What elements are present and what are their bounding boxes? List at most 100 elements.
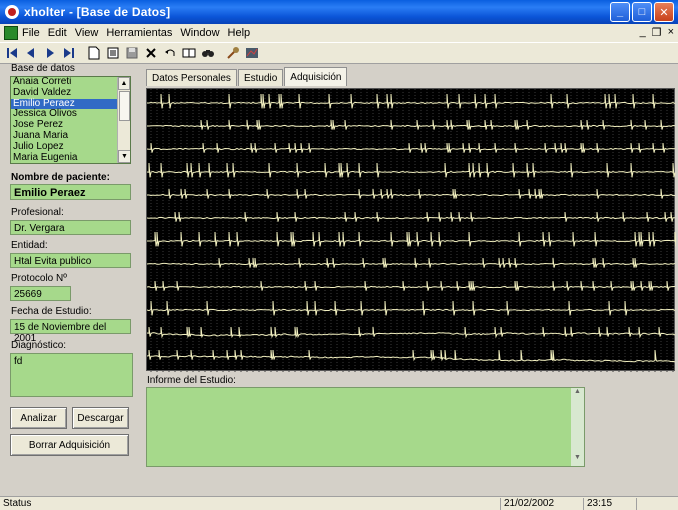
- protocolo-label: Protocolo Nº: [11, 273, 67, 284]
- ecg-trace: [146, 142, 676, 153]
- patient-name-field[interactable]: Emilio Peraez: [10, 184, 131, 200]
- ecg-trace: [146, 300, 676, 316]
- minimize-button[interactable]: _: [610, 2, 630, 22]
- ecg-trace: [146, 257, 676, 268]
- menu-window[interactable]: Window: [180, 27, 219, 39]
- list-button[interactable]: [104, 44, 122, 62]
- menu-help[interactable]: Help: [228, 27, 251, 39]
- first-record-button[interactable]: [3, 44, 21, 62]
- mdi-minimize-button[interactable]: _: [640, 26, 646, 39]
- new-document-icon: [88, 46, 100, 60]
- patient-name-label: Nombre de paciente:: [11, 172, 110, 183]
- delete-button[interactable]: [142, 44, 160, 62]
- informe-label: Informe del Estudio:: [147, 375, 236, 386]
- entidad-label: Entidad:: [11, 240, 48, 251]
- prev-record-button[interactable]: [22, 44, 40, 62]
- tool-icon: [227, 47, 239, 59]
- maximize-button[interactable]: □: [632, 2, 652, 22]
- borrar-adquisicion-button[interactable]: Borrar Adquisición: [10, 434, 129, 456]
- status-time: 23:15: [583, 498, 633, 510]
- close-button[interactable]: ✕: [654, 2, 674, 22]
- prev-record-icon: [27, 48, 34, 58]
- new-document-button[interactable]: [85, 44, 103, 62]
- minimize-icon: _: [616, 6, 624, 18]
- refresh-icon: [182, 48, 196, 58]
- scroll-up-icon[interactable]: ▲: [118, 77, 130, 90]
- undo-button[interactable]: [161, 44, 179, 62]
- next-record-button[interactable]: [41, 44, 59, 62]
- diagnostico-field[interactable]: fd: [10, 353, 133, 397]
- document-icon[interactable]: [4, 26, 18, 40]
- ecg-traces: [146, 89, 677, 372]
- ecg-trace: [147, 231, 677, 247]
- toolbar: [0, 42, 678, 64]
- list-icon: [107, 47, 119, 59]
- fecha-label: Fecha de Estudio:: [11, 306, 92, 317]
- maximize-icon: □: [638, 6, 646, 18]
- scroll-up-icon[interactable]: ▲: [571, 388, 584, 400]
- window-title: xholter - [Base de Datos]: [24, 5, 171, 19]
- save-icon: [126, 47, 138, 59]
- status-empty-cell: [636, 498, 678, 510]
- find-button[interactable]: [199, 44, 217, 62]
- ecg-trace: [147, 119, 676, 130]
- profesional-label: Profesional:: [11, 207, 64, 218]
- app-icon[interactable]: [4, 4, 20, 20]
- ecg-trace: [146, 326, 676, 339]
- chart-button[interactable]: [243, 44, 261, 62]
- menu-bar: File Edit View Herramientas Window Help …: [0, 24, 678, 42]
- save-button[interactable]: [123, 44, 141, 62]
- analizar-button[interactable]: Analizar: [10, 407, 67, 429]
- tab-adquisicion[interactable]: Adquisición: [284, 67, 348, 86]
- ecg-trace: [146, 162, 676, 178]
- status-bar: Status 21/02/2002 23:15: [0, 496, 678, 510]
- signal-grid: [150, 89, 674, 372]
- close-icon: ✕: [659, 6, 669, 19]
- tab-strip: Datos Personales Estudio Adquisición: [146, 67, 348, 86]
- first-record-icon: [7, 48, 17, 58]
- ecg-trace: [147, 93, 676, 109]
- patient-list-item[interactable]: David Valdez: [11, 87, 130, 99]
- status-text: Status: [3, 498, 32, 509]
- informe-textarea[interactable]: ▲ ▼: [146, 387, 585, 467]
- ecg-trace: [146, 349, 676, 363]
- scroll-thumb[interactable]: [119, 91, 130, 121]
- ecg-trace: [147, 188, 676, 199]
- protocolo-field[interactable]: 25669: [10, 286, 71, 301]
- listbox-scrollbar[interactable]: ▲ ▼: [117, 77, 130, 163]
- find-icon: [202, 50, 214, 57]
- ecg-trace: [146, 280, 675, 291]
- patient-listbox[interactable]: Anaia Correti David Valdez Emilio Peraez Je…: [10, 76, 131, 164]
- fecha-field[interactable]: 15 de Noviembre del 2001: [10, 319, 131, 344]
- delete-icon: [146, 48, 156, 58]
- menu-edit[interactable]: Edit: [48, 27, 67, 39]
- entidad-field[interactable]: Htal Evita publico: [10, 253, 131, 268]
- menu-file[interactable]: File: [22, 27, 40, 39]
- profesional-field[interactable]: Dr. Vergara: [10, 220, 131, 235]
- diagnostico-label: Diagnóstico:: [11, 340, 67, 351]
- menu-view[interactable]: View: [75, 27, 99, 39]
- scroll-down-icon[interactable]: ▼: [118, 150, 130, 163]
- title-bar: xholter - [Base de Datos] _ □ ✕: [0, 0, 678, 24]
- informe-scrollbar[interactable]: ▲ ▼: [571, 388, 584, 466]
- last-record-button[interactable]: [60, 44, 78, 62]
- database-label: Base de datos: [11, 63, 75, 74]
- ecg-trace: [146, 211, 675, 222]
- tab-estudio[interactable]: Estudio: [237, 69, 284, 86]
- descargar-button[interactable]: Descargar: [72, 407, 129, 429]
- menu-herramientas[interactable]: Herramientas: [106, 27, 172, 39]
- tool-button[interactable]: [224, 44, 242, 62]
- mdi-restore-button[interactable]: ❐: [652, 26, 662, 39]
- next-record-icon: [47, 48, 54, 58]
- scroll-down-icon[interactable]: ▼: [571, 454, 584, 466]
- patient-list-item[interactable]: Maria Eugenia: [11, 152, 130, 163]
- undo-icon: [165, 49, 175, 56]
- chart-icon: [246, 48, 258, 58]
- tab-datos-personales[interactable]: Datos Personales: [146, 69, 237, 86]
- mdi-close-button[interactable]: ×: [668, 26, 674, 39]
- patient-list-item[interactable]: Julio Lopez: [11, 141, 130, 153]
- refresh-button[interactable]: [180, 44, 198, 62]
- status-date: 21/02/2002: [500, 498, 580, 510]
- last-record-icon: [64, 48, 74, 58]
- signal-display[interactable]: [146, 88, 677, 372]
